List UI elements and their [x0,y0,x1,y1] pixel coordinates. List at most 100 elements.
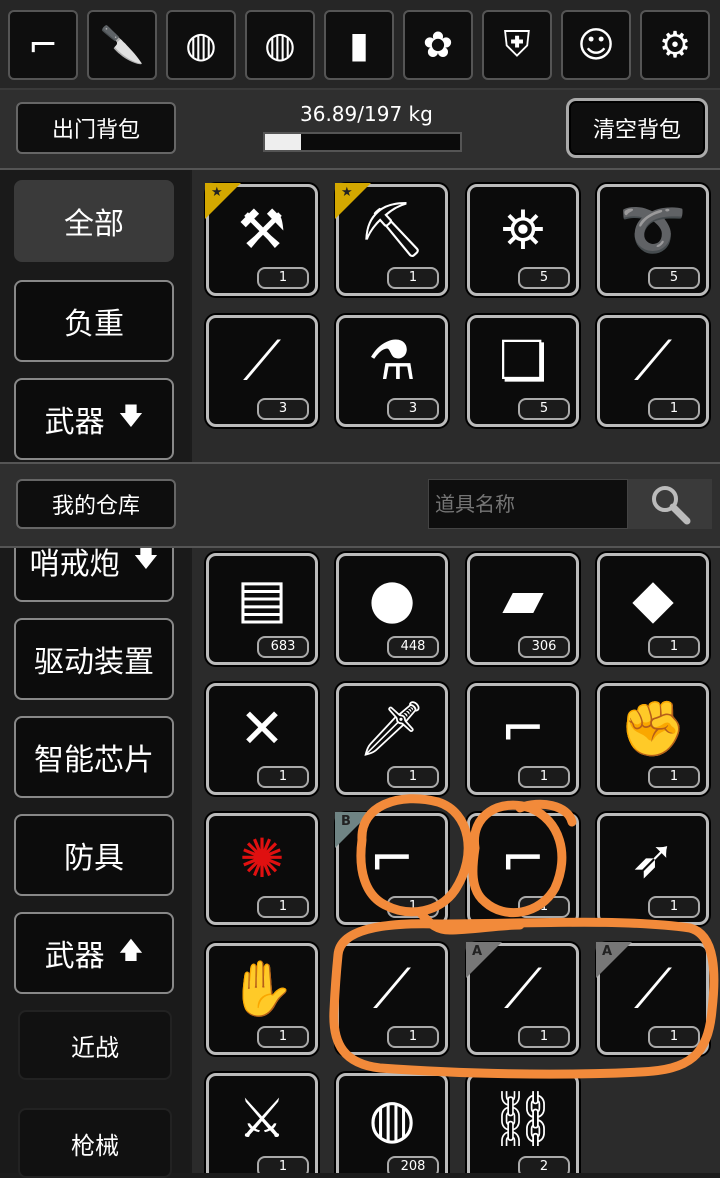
item-quantity: 1 [648,636,700,658]
item-slot[interactable]: ◆ 1 [597,553,709,665]
item-slot[interactable]: ⌐ 1 [467,683,579,795]
item-slot[interactable]: ▤ 683 [206,553,318,665]
category-button[interactable]: 枪械 [18,1108,172,1178]
category-label: 负重 [64,307,124,342]
item-quantity: 2 [518,1156,570,1173]
item-slot[interactable]: ➶ 1 [597,813,709,925]
item-slot[interactable]: ✋ 1 [206,943,318,1055]
item-quantity: 1 [648,398,700,420]
search-button[interactable] [628,479,712,529]
item-slot[interactable]: ★ ⚒ 1 [205,183,318,296]
compound-bow-icon: ➶ [630,827,676,890]
grenade-launcher-icon: ⌐ [500,697,546,760]
axe-blade-icon: ⚔ [237,1087,287,1150]
armor-plate-icon: ▮ [349,24,369,66]
item-slot[interactable]: B ⌐ 1 [335,812,448,925]
category-label: 全部 [64,207,124,242]
katana-icon: ⟋ [373,957,411,1020]
item-quantity: 448 [387,636,439,658]
item-quantity: 1 [257,766,309,788]
item-slot[interactable]: ➰ 5 [597,184,709,296]
item-quantity: 1 [257,1156,309,1173]
item-slot[interactable]: ✺ 1 [206,813,318,925]
baton-icon: ⟋ [634,329,672,392]
category-button[interactable]: 驱动装置 [14,618,174,700]
quick-slot[interactable]: 🔪 [87,10,157,80]
power-gauntlet-icon: ✊ [619,697,687,760]
sniper-rifle-icon: ⌐ [27,24,59,66]
category-label: 驱动装置 [34,645,154,680]
quick-slot[interactable]: ⌐ [8,10,78,80]
tool-bucket-icon: ⚗ [367,329,417,392]
item-slot[interactable]: ⟋ 1 [597,315,709,427]
item-slot[interactable]: 🗡 1 [336,683,448,795]
combat-knife-icon: 🗡 [357,697,427,760]
quick-slot[interactable]: ⚙ [640,10,710,80]
red-flower-icon: ✺ [239,827,285,890]
item-slot[interactable]: ⛓ 2 [467,1073,579,1173]
robot-kit-icon: ⚙ [658,24,692,66]
category-button[interactable]: 武器 🡇 [14,378,174,460]
category-button[interactable]: 智能芯片 [14,716,174,798]
category-button[interactable]: 全部 [14,180,174,262]
quick-slot-bar: ⌐ 🔪 ◍ ◍ ▮ ✿ ⛨ ☺ ⚙ [0,0,720,90]
knife-icon: 🔪 [99,25,145,66]
category-label: 武器 [44,939,105,974]
item-slot[interactable]: A ⟋ 1 [466,942,579,1055]
item-slot[interactable]: A ⟋ 1 [596,942,709,1055]
category-label: 武器 [44,405,105,440]
multitool-icon: ⚒ [237,198,287,261]
category-button[interactable]: 武器 🡅 [14,912,174,994]
backpack-title-button[interactable]: 出门背包 [16,102,176,154]
item-slot[interactable]: ⟋ 1 [336,943,448,1055]
item-quantity: 1 [518,896,570,918]
warehouse-title-button[interactable]: 我的仓库 [16,479,176,529]
item-search-input[interactable] [428,479,628,529]
quick-slot[interactable]: ◍ [166,10,236,80]
category-button[interactable]: 近战 [18,1010,172,1080]
quick-slot[interactable]: ⛨ [482,10,552,80]
item-quantity: 3 [387,398,439,420]
rabbit-costume-icon: ⛨ [503,24,531,65]
katana-icon: ⟋ [504,957,542,1020]
item-quantity: 208 [387,1156,439,1173]
quick-slot[interactable]: ✿ [403,10,473,80]
category-button[interactable]: 负重 [14,280,174,362]
quick-slot[interactable]: ▮ [324,10,394,80]
rope-icon: ➰ [619,198,687,261]
item-quantity: 1 [518,766,570,788]
item-slot[interactable]: ✊ 1 [597,683,709,795]
item-quantity: 1 [648,766,700,788]
grenade-icon: ● [368,567,416,630]
quick-slot[interactable]: ◍ [245,10,315,80]
chain-whip-icon: ⛓ [488,1087,558,1150]
item-slot[interactable]: ⚔ 1 [206,1073,318,1173]
item-slot[interactable]: ◍ 208 [336,1073,448,1173]
assault-rifle-icon: ⌐ [369,827,415,890]
katana-icon: ⟋ [634,957,672,1020]
weight-bar [263,132,462,152]
item-quantity: 5 [518,267,570,289]
item-slot[interactable]: ● 448 [336,553,448,665]
category-button[interactable]: 防具 [14,814,174,896]
item-slot[interactable]: ❏ 5 [467,315,579,427]
item-slot[interactable]: ★ ⛏ 1 [335,183,448,296]
item-slot[interactable]: ⛯ 5 [467,184,579,296]
lockpicks-icon: ⟋ [243,329,281,392]
net-trap-icon: ◍ [368,1087,416,1150]
item-quantity: 1 [518,1026,570,1048]
clear-backpack-button[interactable]: 清空背包 [566,98,708,158]
item-quantity: 1 [257,267,309,289]
crossbow-icon: ✕ [239,697,285,760]
quick-slot[interactable]: ☺ [561,10,631,80]
item-quantity: 3 [257,398,309,420]
item-slot[interactable]: ⟋ 3 [206,315,318,427]
hand-crossbow-icon: ✋ [228,957,296,1020]
item-slot[interactable]: ⌐ 1 [467,813,579,925]
item-slot[interactable]: ⚗ 3 [336,315,448,427]
item-slot[interactable]: ✕ 1 [206,683,318,795]
item-quantity: 683 [257,636,309,658]
plant-creature-icon: ✿ [422,24,454,66]
assault-rifle-icon: ⌐ [500,827,546,890]
item-slot[interactable]: ▰ 306 [467,553,579,665]
